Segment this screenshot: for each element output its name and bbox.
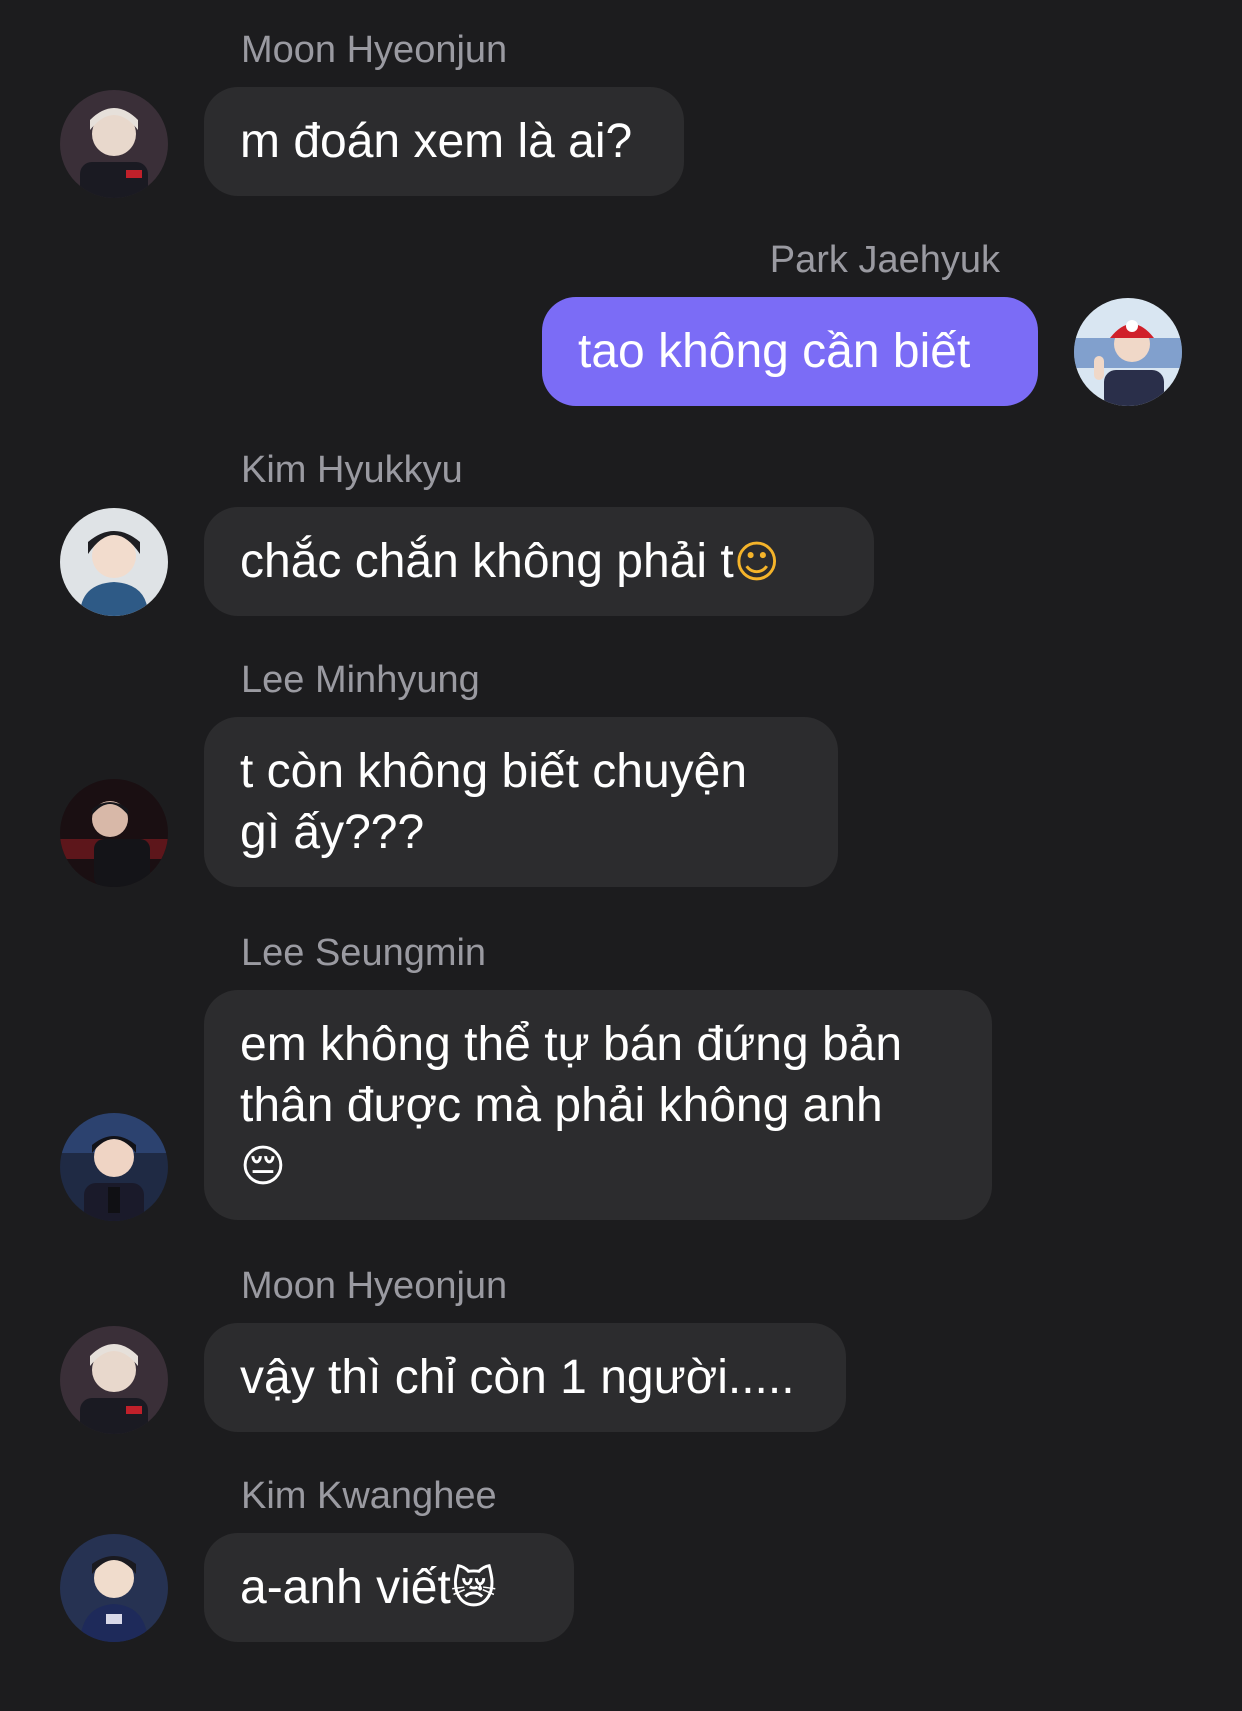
message-row: Lee Minhyung t còn không biết chuyện gì …	[0, 656, 1242, 887]
message-row: Lee Seungmin em không thể tự bán đứng bả…	[0, 929, 1242, 1221]
message-content: a-anh viết😿	[240, 1557, 497, 1619]
message-bubble[interactable]: m đoán xem là ai?	[204, 87, 684, 196]
message-text: chắc chắn không phải t	[240, 534, 734, 588]
message-text: m đoán xem là ai?	[240, 115, 633, 168]
message-text-line: t còn không biết chuyện	[240, 745, 748, 798]
sender-name: Moon Hyeonjun	[241, 1265, 508, 1307]
message-bubble[interactable]: em không thể tự bán đứng bản thân được m…	[204, 990, 992, 1220]
message-bubble[interactable]: vậy thì chỉ còn 1 người.....	[204, 1323, 846, 1432]
message-text: vậy thì chỉ còn 1 người.....	[240, 1351, 795, 1404]
sender-name: Lee Seungmin	[241, 932, 487, 974]
message-row: Kim Hyukkyu chắc chắn không phải t☺	[0, 446, 1242, 618]
sender-name: Kim Hyukkyu	[241, 449, 463, 491]
avatar[interactable]	[60, 779, 168, 887]
message-text: tao không cần biết	[578, 325, 971, 378]
avatar[interactable]	[60, 90, 168, 198]
pensive-emoji-icon: 😔	[240, 1140, 286, 1192]
message-content: em không thể tự bán đứng bản thân được m…	[240, 1014, 902, 1197]
smiling-emoji-icon: ☺	[733, 536, 780, 588]
sender-name: Lee Minhyung	[241, 659, 480, 701]
message-text-line: gì ấy???	[240, 806, 425, 859]
message-row: Kim Kwanghee a-anh viết😿	[0, 1472, 1242, 1644]
message-row: Moon Hyeonjun m đoán xem là ai?	[0, 26, 1242, 198]
message-text-line: thân được mà phải không anh	[240, 1078, 883, 1132]
crying-cat-emoji-icon: 😿	[450, 1562, 497, 1614]
avatar[interactable]	[60, 1326, 168, 1434]
message-text-line: em không thể tự bán đứng bản	[240, 1017, 903, 1071]
avatar[interactable]	[1074, 298, 1182, 406]
message-bubble[interactable]: chắc chắn không phải t☺	[204, 507, 874, 616]
message-row: Moon Hyeonjun vậy thì chỉ còn 1 người...…	[0, 1262, 1242, 1434]
message-content: chắc chắn không phải t☺	[240, 531, 780, 593]
message-content: t còn không biết chuyện gì ấy???	[240, 741, 747, 863]
avatar[interactable]	[60, 508, 168, 616]
sender-name: Kim Kwanghee	[241, 1475, 497, 1517]
avatar[interactable]	[60, 1113, 168, 1221]
message-text: a-anh viết	[240, 1560, 451, 1614]
message-bubble[interactable]: a-anh viết😿	[204, 1533, 574, 1642]
message-bubble[interactable]: t còn không biết chuyện gì ấy???	[204, 717, 838, 887]
sender-name: Park Jaehyuk	[769, 239, 1000, 281]
sender-name: Moon Hyeonjun	[241, 29, 508, 71]
avatar[interactable]	[60, 1534, 168, 1642]
message-row: Park Jaehyuk tao không cần biết	[0, 236, 1242, 408]
message-bubble[interactable]: tao không cần biết	[542, 297, 1038, 406]
